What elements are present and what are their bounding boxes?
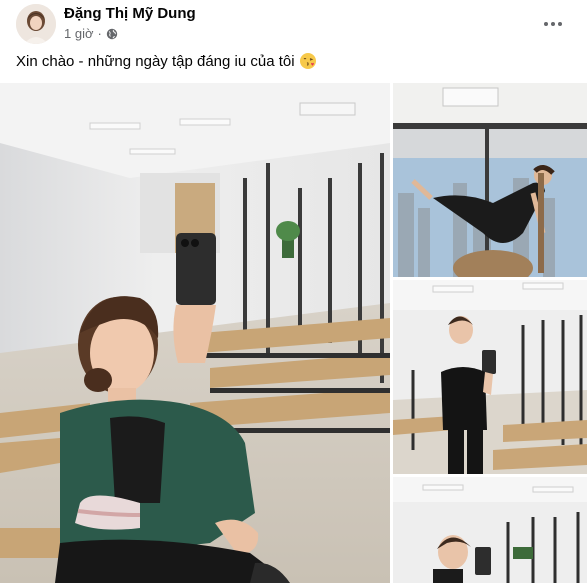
post-header: Đặng Thị Mỹ Dung 1 giờ · [16, 4, 571, 44]
author-name[interactable]: Đặng Thị Mỹ Dung [64, 5, 196, 22]
post-meta: 1 giờ · [64, 26, 118, 41]
meta-separator: · [97, 26, 102, 41]
photo-mirror-selfie[interactable] [393, 280, 587, 474]
more-options-button[interactable] [535, 6, 571, 42]
kissing-face-emoji [299, 52, 317, 70]
caption-text: Xin chào - những ngày tập đáng iu của tô… [16, 52, 295, 70]
photo-studio-selfie[interactable] [393, 477, 587, 583]
post-caption: Xin chào - những ngày tập đáng iu của tô… [16, 52, 317, 70]
globe-icon[interactable] [106, 28, 118, 40]
photo-main[interactable] [0, 83, 390, 583]
post-time[interactable]: 1 giờ [64, 26, 94, 41]
photo-pilates-pose[interactable] [393, 83, 587, 277]
author-avatar[interactable] [16, 4, 56, 44]
more-options-icon [544, 22, 548, 26]
facebook-post: Đặng Thị Mỹ Dung 1 giờ · Xin chào - nhữn… [0, 0, 587, 583]
